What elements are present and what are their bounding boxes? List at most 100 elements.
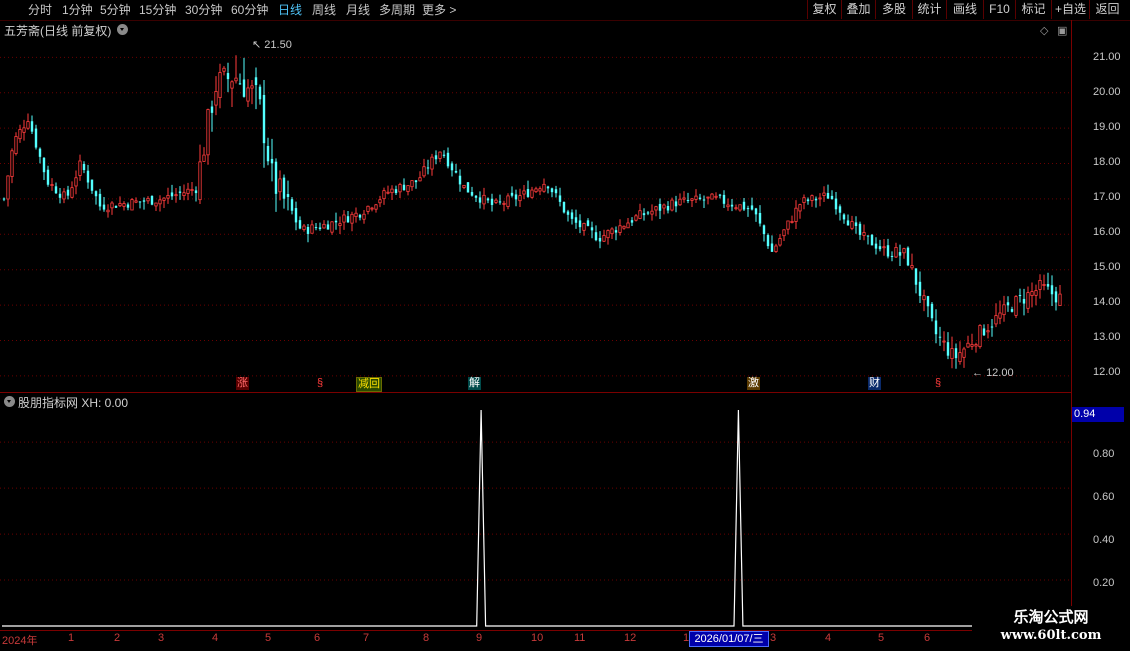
cursor-date-box: 2026/01/07/三 (689, 631, 769, 647)
candle-body (282, 177, 286, 199)
event-marker-cai[interactable]: 财 (868, 377, 881, 390)
candle-body (2, 198, 6, 200)
candle-body (490, 198, 494, 205)
candle-body (802, 197, 806, 203)
y-tick-label: 15.00 (1093, 261, 1121, 273)
candle-body (358, 214, 362, 218)
candle-body (566, 211, 570, 215)
period-tab-30min[interactable]: 30分钟 (185, 2, 222, 18)
candle-body (234, 77, 238, 82)
fuquan-button[interactable]: 复权 (807, 0, 841, 19)
candle-body (470, 192, 474, 196)
candle-body (870, 234, 874, 246)
candle-body (322, 223, 326, 229)
candle-body (590, 227, 594, 231)
candle-body (742, 201, 746, 210)
candle-body (298, 220, 302, 229)
candle-body (46, 169, 50, 185)
period-tab-daily[interactable]: 日线 (278, 2, 302, 18)
candle-body (350, 213, 354, 224)
event-marker-jie[interactable]: 解 (468, 377, 481, 390)
x-month-label: 10 (531, 632, 544, 644)
stats-button[interactable]: 统计 (912, 0, 946, 19)
time-axis (0, 630, 1130, 651)
candle-body (410, 180, 414, 188)
candle-body (486, 198, 490, 201)
candle-body (98, 193, 102, 207)
period-tab-multi[interactable]: 多周期 (379, 2, 415, 18)
candle-body (482, 194, 486, 205)
period-tab-more[interactable]: 更多 > (422, 2, 456, 18)
candle-body (30, 121, 34, 132)
event-marker-zhang[interactable]: 涨 (236, 377, 249, 390)
period-tab-15min[interactable]: 15分钟 (139, 2, 176, 18)
candle-body (682, 197, 686, 200)
candle-body (834, 198, 838, 210)
candle-body (522, 190, 526, 195)
mark-button[interactable]: 标记 (1015, 0, 1051, 19)
candle-body (74, 177, 78, 187)
low-price-label: ← 12.00 (972, 367, 1014, 379)
candle-body (138, 201, 142, 203)
back-button[interactable]: 返回 (1089, 0, 1125, 19)
candle-body (1038, 280, 1042, 290)
period-tab-5min[interactable]: 5分钟 (100, 2, 131, 18)
candle-body (554, 189, 558, 194)
event-marker-jianhui[interactable]: 减回 (356, 377, 382, 392)
y-tick-label: 16.00 (1093, 226, 1121, 238)
overlay-button[interactable]: 叠加 (841, 0, 875, 19)
candle-body (734, 207, 738, 210)
candle-body (762, 225, 766, 235)
candle-body (170, 192, 174, 197)
candle-body (558, 195, 562, 202)
f10-button[interactable]: F10 (983, 0, 1015, 19)
candle-body (58, 193, 62, 198)
candle-body (898, 252, 902, 256)
candle-body (90, 179, 94, 191)
candle-body (26, 121, 30, 129)
candle-body (886, 245, 890, 257)
candle-body (22, 127, 26, 133)
candle-body (198, 161, 202, 201)
period-tab-1min[interactable]: 1分钟 (62, 2, 93, 18)
candle-body (62, 191, 66, 200)
y-tick-label: 19.00 (1093, 121, 1121, 133)
candle-body (218, 72, 222, 98)
candle-body (1006, 302, 1010, 306)
x-month-label: 5 (265, 632, 272, 644)
multi-stock-button[interactable]: 多股 (875, 0, 912, 19)
event-marker-ji[interactable]: 激 (747, 377, 760, 390)
candle-body (1022, 298, 1026, 304)
candle-body (562, 201, 566, 213)
candle-body (638, 210, 642, 219)
period-tab-monthly[interactable]: 月线 (346, 2, 370, 18)
candle-body (914, 268, 918, 285)
candle-body (102, 204, 106, 210)
indicator-y-tick-label: 0.80 (1093, 448, 1115, 460)
candle-body (466, 182, 470, 193)
candlestick-chart (0, 55, 1071, 377)
candle-body (906, 247, 910, 266)
period-tab-60min[interactable]: 60分钟 (231, 2, 268, 18)
candle-body (766, 235, 770, 247)
x-month-label: 2 (114, 632, 121, 644)
draw-line-button[interactable]: 画线 (946, 0, 983, 19)
add-watchlist-button[interactable]: +自选 (1051, 0, 1089, 19)
candle-body (126, 204, 130, 208)
candle-body (166, 195, 170, 199)
candle-body (882, 246, 886, 249)
event-marker-s1[interactable]: § (316, 377, 324, 390)
candle-body (950, 348, 954, 359)
event-marker-s2[interactable]: § (934, 377, 942, 390)
indicator-y-tick-label: 0.60 (1093, 491, 1115, 503)
candle-body (1010, 309, 1014, 312)
candle-body (970, 344, 974, 347)
candle-body (534, 188, 538, 193)
period-tab-weekly[interactable]: 周线 (312, 2, 336, 18)
candle-body (42, 157, 46, 173)
candle-body (878, 246, 882, 250)
period-tab-fenshi[interactable]: 分时 (28, 2, 52, 18)
candle-body (10, 150, 14, 177)
candle-body (354, 212, 358, 218)
watermark-url: www.60lt.com (1000, 628, 1102, 643)
